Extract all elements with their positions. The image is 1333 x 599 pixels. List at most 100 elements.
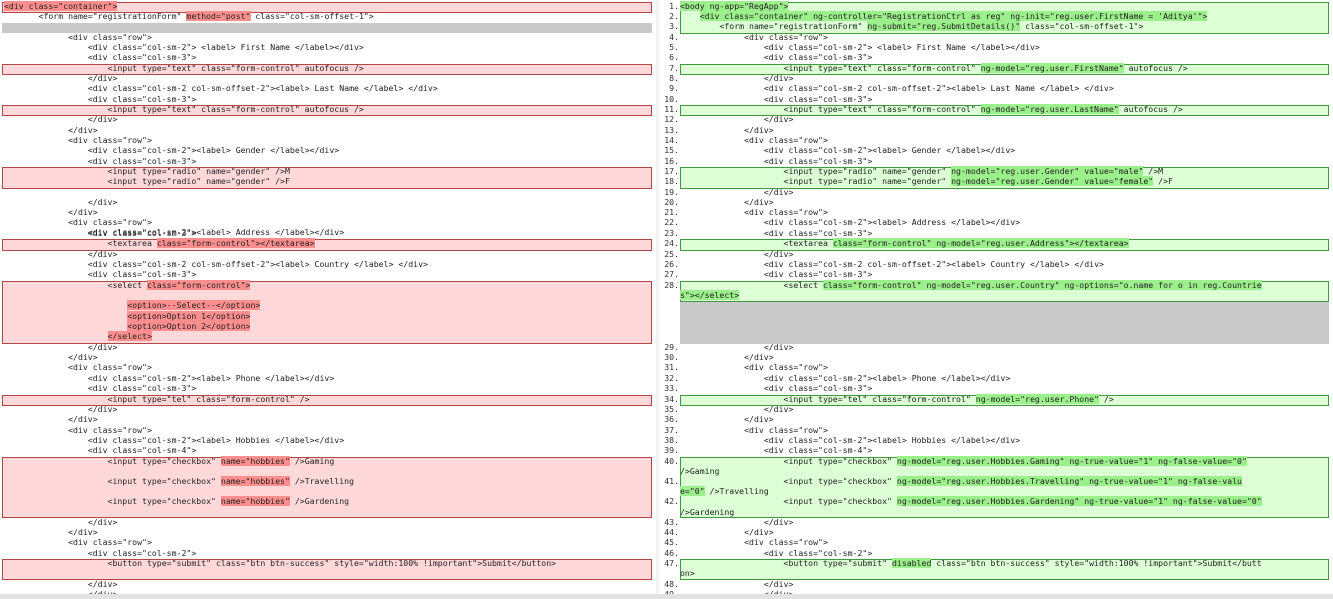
code-line: 15. <div class="col-sm-2"><label> Gender… bbox=[659, 145, 1015, 155]
code-token: <input type="tel" class="form-control" bbox=[783, 394, 976, 404]
code-token: <div class="row"> bbox=[68, 425, 152, 435]
code-token: </div> bbox=[763, 579, 794, 589]
line-number: 45. bbox=[664, 537, 679, 547]
line-number: 38. bbox=[664, 435, 679, 445]
diff-right-pane[interactable]: 1.<body ng-app="RegApp"> 2. <div class="c… bbox=[659, 0, 1333, 599]
code-line: <div class="row"> bbox=[4, 135, 152, 145]
changed-token: <option>Option 2</option> bbox=[127, 321, 251, 331]
code-line: 46. <div class="col-sm-2"> bbox=[659, 548, 872, 558]
code-token: <input type="tel" class="form-control" /… bbox=[107, 394, 310, 404]
code-line: </div> bbox=[4, 414, 98, 424]
changed-token: s"></select> bbox=[680, 290, 740, 300]
line-number: 43. bbox=[664, 517, 679, 527]
code-line: <div class="col-sm-2"><label> Hobbies </… bbox=[4, 435, 344, 445]
code-token: </div> bbox=[744, 414, 774, 424]
code-line: <div class="col-sm-3"> bbox=[4, 228, 196, 238]
code-token: <textarea bbox=[107, 238, 157, 248]
changed-token: class="form-control"> bbox=[146, 280, 251, 290]
code-line: 37. <div class="row"> bbox=[659, 425, 828, 435]
line-number: 2. bbox=[669, 11, 679, 21]
code-token: <div class="col-sm-2 col-sm-offset-2"><l… bbox=[87, 259, 428, 269]
code-token: autofocus /> bbox=[1118, 104, 1183, 114]
code-line: <button type="submit" class="btn btn-suc… bbox=[4, 558, 557, 568]
code-line: 24. <textarea class="form-control" ng-mo… bbox=[659, 238, 1129, 248]
line-number: 7. bbox=[669, 63, 679, 73]
code-token: <div class="col-sm-3"> bbox=[763, 52, 873, 62]
line-number: 18. bbox=[664, 176, 679, 186]
line-number: 10. bbox=[664, 94, 679, 104]
line-number: 48. bbox=[664, 579, 679, 589]
code-line: <div class="col-sm-2"><label> Phone </la… bbox=[4, 373, 334, 383]
code-token: <div class="col-sm-4"> bbox=[763, 445, 873, 455]
code-token: <div class="row"> bbox=[744, 362, 828, 372]
changed-token: <div class="container"> bbox=[4, 1, 118, 11]
code-token: <div class="row"> bbox=[744, 135, 828, 145]
code-line: 10. <div class="col-sm-3"> bbox=[659, 94, 872, 104]
code-line: 25. </div> bbox=[659, 249, 793, 259]
code-token: <input type="radio" name="gender" />M bbox=[107, 166, 290, 176]
diff-gap bbox=[680, 302, 1329, 344]
line-number: 44. bbox=[664, 527, 679, 537]
line-number: 24. bbox=[664, 238, 679, 248]
changed-token: ng-model="reg.user.Phone" bbox=[975, 394, 1099, 404]
code-line: />Gardening bbox=[659, 507, 734, 517]
line-number: 1. bbox=[669, 1, 679, 11]
line-number: 42. bbox=[664, 496, 679, 506]
code-line: 26. <div class="col-sm-2 col-sm-offset-2… bbox=[659, 259, 1104, 269]
line-number: 31. bbox=[664, 362, 679, 372]
code-token: <div class="col-sm-2"><label> Gender </l… bbox=[87, 145, 340, 155]
code-token: <input type="radio" name="gender" />F bbox=[107, 176, 290, 186]
code-line: <input type="radio" name="gender" />F bbox=[4, 176, 290, 186]
changed-token: ng-model="reg.user.Hobbies.Gaming" ng-tr… bbox=[896, 456, 1247, 466]
code-token: </div> bbox=[763, 114, 794, 124]
changed-token: class="form-control"></textarea> bbox=[156, 238, 315, 248]
code-token: </div> bbox=[87, 579, 118, 589]
line-number: 32. bbox=[664, 373, 679, 383]
line-number: 20. bbox=[664, 197, 679, 207]
code-line: 38. <div class="col-sm-2"><label> Hobbie… bbox=[659, 435, 1020, 445]
line-number: 27. bbox=[664, 269, 679, 279]
code-token: <input type="text" class="form-control" bbox=[783, 63, 981, 73]
code-line: <div class="col-sm-2 col-sm-offset-2"><l… bbox=[4, 259, 428, 269]
code-token: class="col-sm-offset-1"> bbox=[250, 11, 374, 21]
code-line: 11. <input type="text" class="form-contr… bbox=[659, 104, 1183, 114]
code-line: s"></select> bbox=[659, 290, 740, 300]
changed-token: class="form-control" ng-model="reg.user.… bbox=[822, 280, 1262, 290]
line-number: 35. bbox=[664, 404, 679, 414]
code-token: <form name="registrationForm" bbox=[719, 21, 868, 31]
code-token: <div class="row"> bbox=[68, 32, 152, 42]
code-line: <div class="row"> bbox=[4, 537, 152, 547]
code-line: 36. </div> bbox=[659, 414, 774, 424]
line-number: 23. bbox=[664, 228, 679, 238]
code-token: />Gardening bbox=[289, 496, 350, 506]
code-token: />Gaming bbox=[680, 466, 720, 476]
changed-token: class="form-control" ng-model="reg.user.… bbox=[832, 238, 1129, 248]
code-token: />Gaming bbox=[289, 456, 335, 466]
line-number: 26. bbox=[664, 259, 679, 269]
line-number: 4. bbox=[669, 32, 679, 42]
code-token: <div class="row"> bbox=[744, 32, 828, 42]
code-line: <div class="col-sm-2"> <label> First Nam… bbox=[4, 42, 364, 52]
code-line: 35. </div> bbox=[659, 404, 793, 414]
code-line: <form name="registrationForm" method="po… bbox=[4, 11, 374, 21]
code-token: <select bbox=[783, 280, 823, 290]
changed-token: e="0" bbox=[680, 486, 705, 496]
code-token: </div> bbox=[763, 517, 794, 527]
code-token: <div class="col-sm-2"><label> Gender </l… bbox=[763, 145, 1016, 155]
code-token: />Travelling bbox=[289, 476, 354, 486]
changed-token: ng-model="reg.user.Hobbies.Travelling" n… bbox=[896, 476, 1242, 486]
code-token: </div> bbox=[744, 125, 774, 135]
horizontal-scrollbar[interactable] bbox=[0, 594, 1333, 599]
code-token: />Travelling bbox=[704, 486, 769, 496]
code-token: <div class="row"> bbox=[744, 537, 828, 547]
code-token: <input type="text" class="form-control" … bbox=[107, 63, 364, 73]
code-token: <div class="col-sm-3"> bbox=[87, 383, 197, 393]
code-line: 4. <div class="row"> bbox=[659, 32, 828, 42]
code-line: </div> bbox=[4, 125, 98, 135]
code-token: <button type="submit" bbox=[783, 558, 892, 568]
diff-left-pane[interactable]: <div class="container"> <form name="regi… bbox=[0, 0, 656, 599]
code-line: <div class="col-sm-2"> bbox=[4, 548, 196, 558]
code-line: 29. </div> bbox=[659, 342, 793, 352]
changed-token: <option>--Select--</option> bbox=[127, 300, 261, 310]
code-token: </div> bbox=[87, 517, 118, 527]
